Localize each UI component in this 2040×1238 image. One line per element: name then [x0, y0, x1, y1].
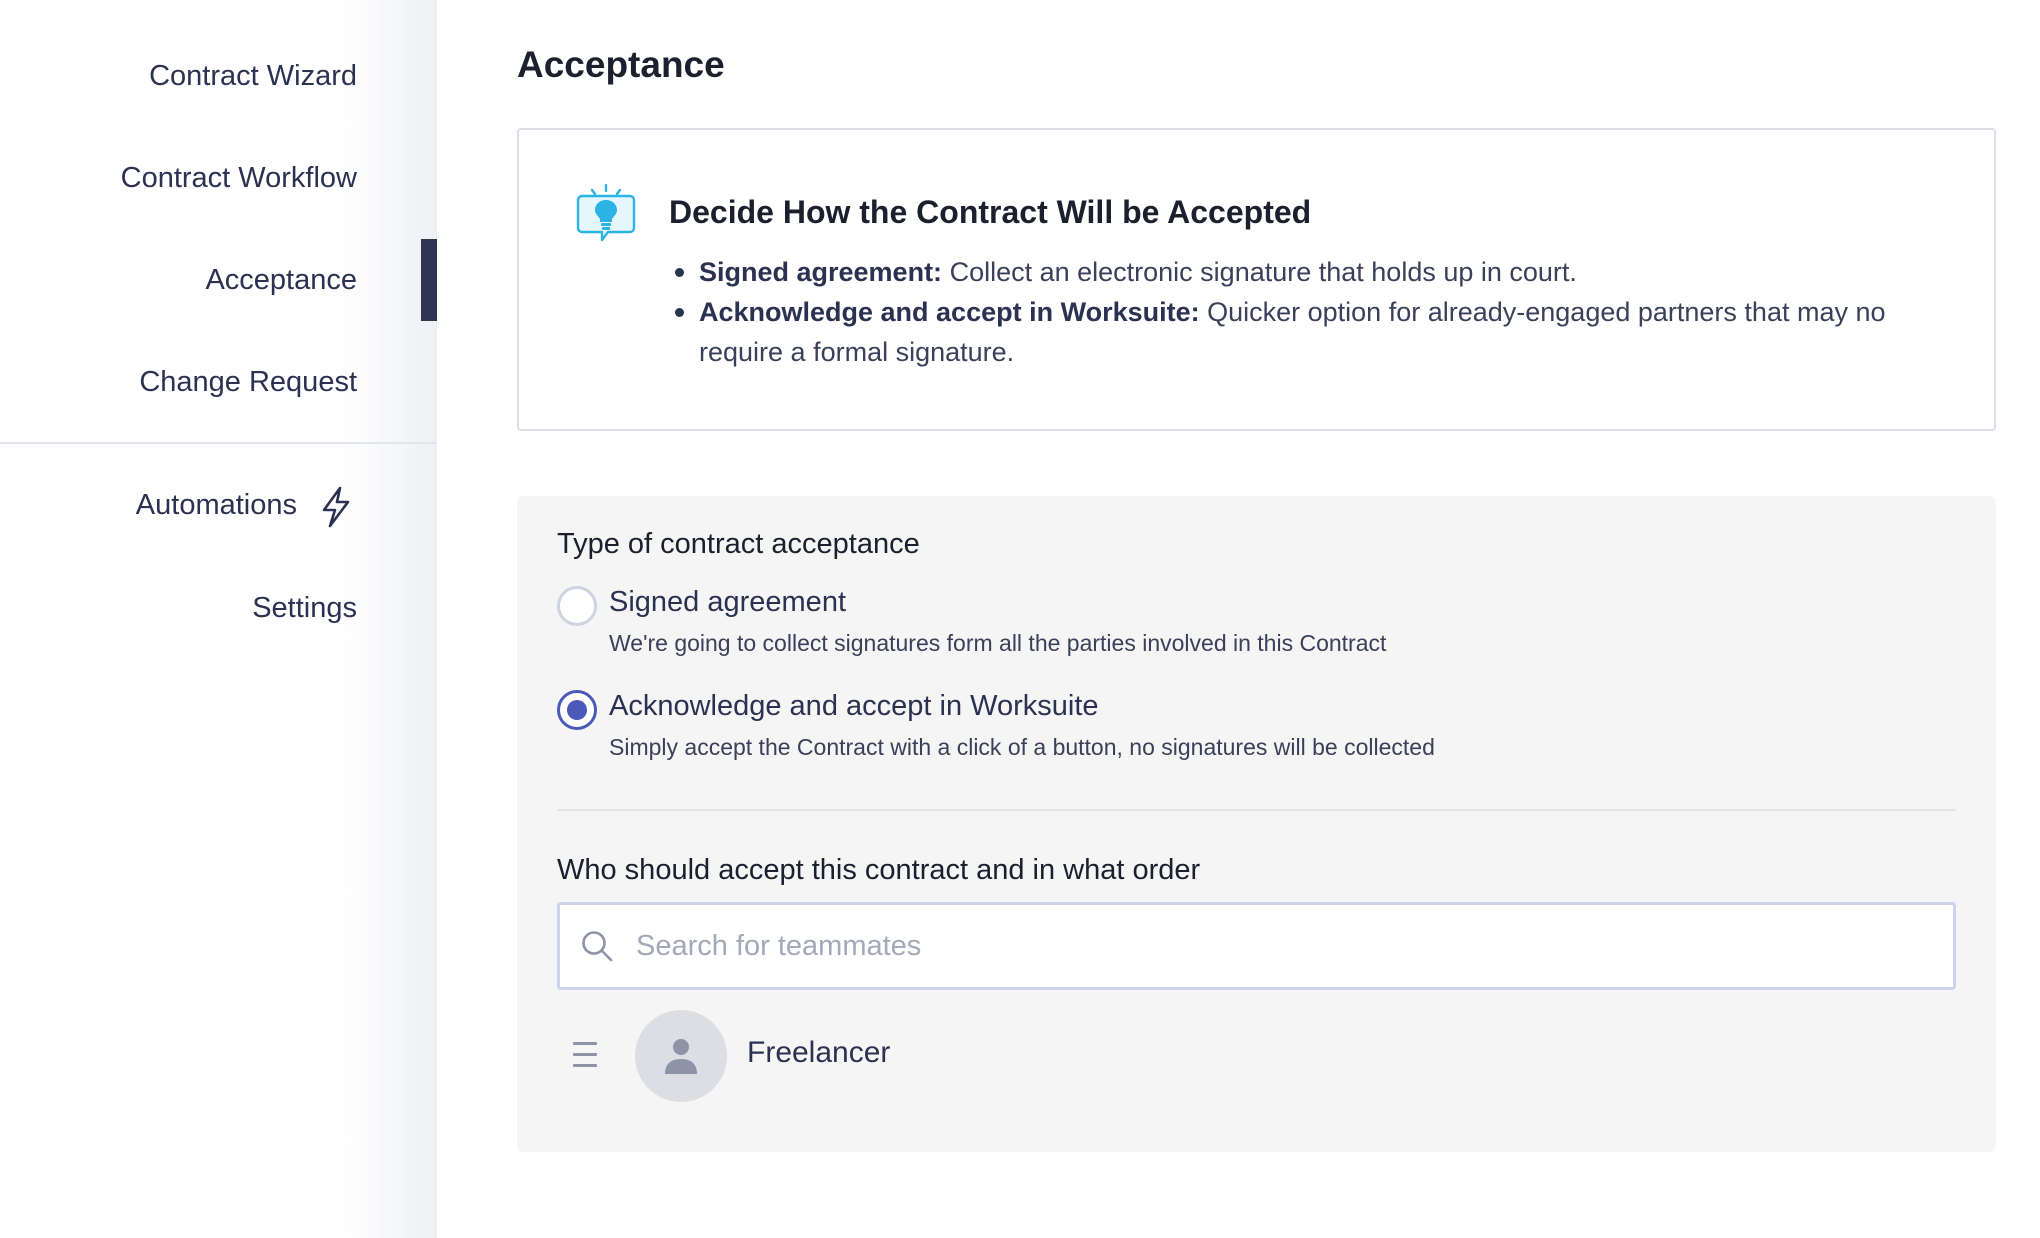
- info-bullet-bold: Signed agreement:: [699, 257, 943, 287]
- person-icon: [665, 1039, 697, 1074]
- panel-divider: [557, 809, 1956, 811]
- option-description: Simply accept the Contract with a click …: [609, 734, 1435, 760]
- search-input[interactable]: [636, 911, 1936, 981]
- option-label: Signed agreement: [609, 586, 846, 618]
- info-bullet: Signed agreement: Collect an electronic …: [669, 252, 1949, 292]
- avatar: [635, 1010, 727, 1102]
- info-bullet-bold: Acknowledge and accept in Worksuite:: [699, 297, 1200, 327]
- sidebar-item-contract-workflow[interactable]: Contract Workflow: [121, 162, 357, 195]
- option-label: Acknowledge and accept in Worksuite: [609, 690, 1099, 722]
- sidebar-divider: [0, 442, 437, 444]
- assignee-name: Freelancer: [747, 1036, 891, 1069]
- radio-signed-agreement[interactable]: [557, 586, 597, 626]
- info-title: Decide How the Contract Will be Accepted: [669, 194, 1312, 230]
- page-title: Acceptance: [517, 44, 725, 85]
- search-icon: [582, 931, 613, 962]
- option-description: We're going to collect signatures form a…: [609, 630, 1387, 656]
- assignee-row: Freelancer: [557, 1010, 1157, 1102]
- info-callout: Decide How the Contract Will be Accepted…: [517, 128, 1996, 431]
- sidebar-item-contract-wizard[interactable]: Contract Wizard: [149, 60, 357, 93]
- acceptance-order-label: Who should accept this contract and in w…: [557, 854, 1201, 886]
- info-bullet: Acknowledge and accept in Worksuite: Qui…: [669, 292, 1949, 372]
- active-indicator: [421, 239, 437, 321]
- teammate-search[interactable]: [557, 902, 1956, 990]
- app: Contract Wizard Contract Workflow Accept…: [0, 0, 2040, 1238]
- sidebar-item-settings[interactable]: Settings: [252, 592, 357, 625]
- sidebar-item-acceptance[interactable]: Acceptance: [205, 264, 357, 297]
- acceptance-settings-panel: Type of contract acceptance Signed agree…: [517, 496, 1996, 1152]
- bolt-icon[interactable]: [318, 486, 354, 528]
- sidebar: Contract Wizard Contract Workflow Accept…: [0, 0, 437, 1238]
- info-bullet-list: Signed agreement: Collect an electronic …: [669, 252, 1949, 372]
- lightbulb-chat-icon: [576, 183, 636, 242]
- info-bullet-text: Collect an electronic signature that hol…: [942, 257, 1577, 287]
- radio-acknowledge-accept[interactable]: [557, 690, 597, 730]
- sidebar-item-change-request[interactable]: Change Request: [139, 366, 357, 399]
- drag-handle-icon[interactable]: [573, 1040, 597, 1070]
- acceptance-type-label: Type of contract acceptance: [557, 528, 920, 560]
- sidebar-item-automations[interactable]: Automations: [136, 489, 297, 522]
